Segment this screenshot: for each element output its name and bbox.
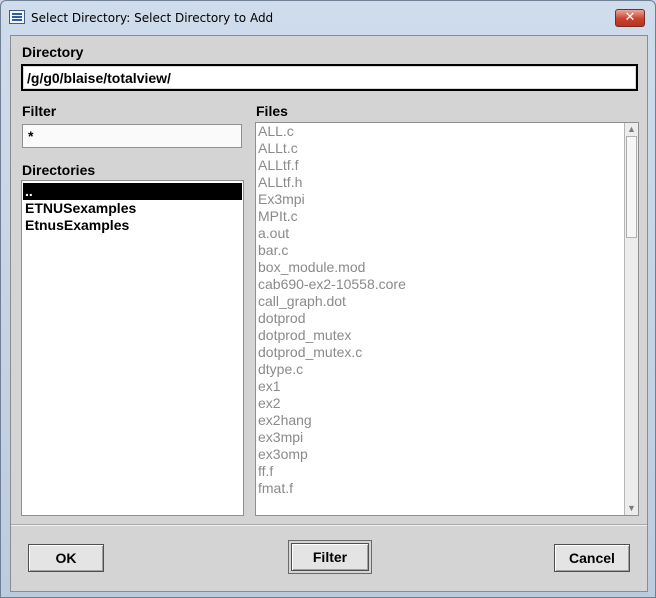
directories-list[interactable]: .. ETNUSexamples EtnusExamples xyxy=(21,180,244,516)
filter-label: Filter xyxy=(22,103,57,119)
file-item[interactable]: box_module.mod xyxy=(258,259,620,276)
files-scrollbar[interactable]: ▲ ▼ xyxy=(624,123,638,515)
directory-input[interactable] xyxy=(21,64,638,91)
file-item[interactable]: fmat.f xyxy=(258,480,620,497)
directories-label: Directories xyxy=(22,162,96,178)
title-bar[interactable]: Select Directory: Select Directory to Ad… xyxy=(1,1,655,35)
file-item[interactable]: call_graph.dot xyxy=(258,293,620,310)
directory-label: Directory xyxy=(22,44,84,60)
files-list[interactable]: ALL.c ALLt.c ALLtf.f ALLtf.h Ex3mpi MPIt.c a.o… xyxy=(255,122,639,516)
window-title: Select Directory: Select Directory to Ad… xyxy=(31,11,274,25)
file-item[interactable]: ALLt.c xyxy=(258,140,620,157)
file-item[interactable]: ff.f xyxy=(258,463,620,480)
file-item[interactable]: Ex3mpi xyxy=(258,191,620,208)
file-item[interactable]: dotprod_mutex xyxy=(258,327,620,344)
file-item[interactable]: ALLtf.f xyxy=(258,157,620,174)
file-item[interactable]: ex2 xyxy=(258,395,620,412)
close-icon: ✕ xyxy=(624,10,636,25)
button-separator xyxy=(11,524,647,526)
scroll-thumb[interactable] xyxy=(626,136,637,238)
file-item[interactable]: MPIt.c xyxy=(258,208,620,225)
directory-item[interactable]: .. xyxy=(23,183,242,200)
directory-item[interactable]: EtnusExamples xyxy=(23,217,242,234)
file-item[interactable]: a.out xyxy=(258,225,620,242)
file-item[interactable]: bar.c xyxy=(258,242,620,259)
scroll-down-icon[interactable]: ▼ xyxy=(626,503,637,514)
file-item[interactable]: dotprod_mutex.c xyxy=(258,344,620,361)
select-directory-dialog: Select Directory: Select Directory to Ad… xyxy=(0,0,656,598)
cancel-button[interactable]: Cancel xyxy=(554,544,630,572)
file-item[interactable]: ex2hang xyxy=(258,412,620,429)
file-item[interactable]: ex3mpi xyxy=(258,429,620,446)
filter-button[interactable]: Filter xyxy=(288,540,372,574)
file-item[interactable]: cab690-ex2-10558.core xyxy=(258,276,620,293)
ok-button[interactable]: OK xyxy=(28,544,104,572)
file-item[interactable]: ex3omp xyxy=(258,446,620,463)
files-label: Files xyxy=(256,103,288,119)
app-icon xyxy=(9,10,25,24)
file-item[interactable]: ex1 xyxy=(258,378,620,395)
files-items: ALL.c ALLt.c ALLtf.f ALLtf.h Ex3mpi MPIt.c a.o… xyxy=(258,123,620,497)
filter-input[interactable] xyxy=(22,124,242,148)
scroll-up-icon[interactable]: ▲ xyxy=(626,124,637,135)
file-item[interactable]: ALLtf.h xyxy=(258,174,620,191)
file-item[interactable]: dotprod xyxy=(258,310,620,327)
dialog-body: Directory Filter Directories ..ETNUSexam… xyxy=(10,35,648,592)
file-item[interactable]: ALL.c xyxy=(258,123,620,140)
close-button[interactable]: ✕ xyxy=(615,9,645,27)
directory-item[interactable]: ETNUSexamples xyxy=(23,200,242,217)
file-item[interactable]: dtype.c xyxy=(258,361,620,378)
